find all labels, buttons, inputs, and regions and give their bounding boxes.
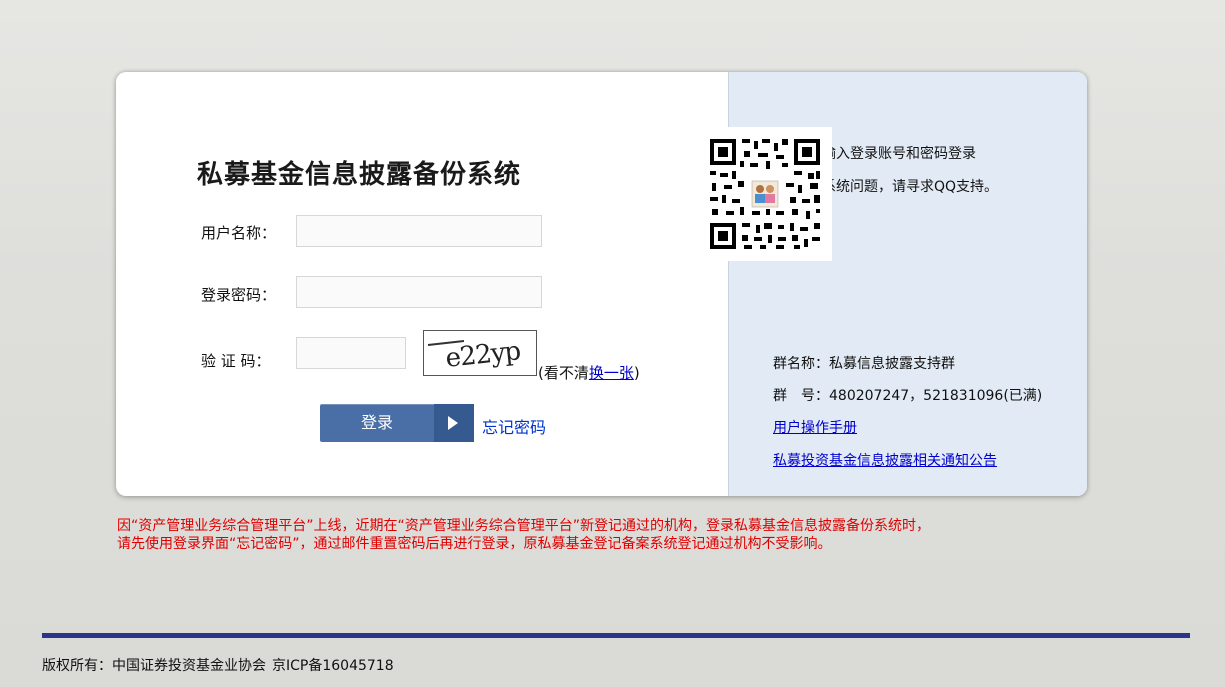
captcha-label: 验 证 码： xyxy=(201,352,271,370)
notice-message: 因“资产管理业务综合管理平台”上线，近期在“资产管理业务综合管理平台”新登记通过… xyxy=(117,517,1117,553)
qq-group-qr-code-icon xyxy=(698,127,832,261)
password-input[interactable] xyxy=(296,276,542,308)
captcha-hint-suffix: ) xyxy=(633,364,640,382)
footer-copyright: 版权所有：中国证券投资基金业协会 京ICP备16045718 xyxy=(42,655,400,675)
notice-line-2: 请先使用登录界面“忘记密码”，通过邮件重置密码后再进行登录，原私募基金登记备案系… xyxy=(117,536,832,552)
notice-line-1: 因“资产管理业务综合管理平台”上线，近期在“资产管理业务综合管理平台”新登记通过… xyxy=(117,518,931,534)
system-title: 私募基金信息披露备份系统 xyxy=(197,160,522,190)
captcha-input[interactable] xyxy=(296,337,406,369)
captcha-refresh-link[interactable]: 换一张 xyxy=(589,364,634,382)
login-panel: 私募基金信息披露备份系统 用户名称： 登录密码： 验 证 码： e22yp (看… xyxy=(116,72,1087,496)
forgot-password-link[interactable]: 忘记密码 xyxy=(482,414,546,438)
captcha-refresh-hint: (看不清换一张) xyxy=(538,362,640,383)
username-input[interactable] xyxy=(296,215,542,247)
captcha-hint-prefix: (看不清 xyxy=(538,364,589,382)
footer-divider xyxy=(42,633,1190,638)
login-button-label: 登录 xyxy=(360,413,393,432)
captcha-text: e22yp xyxy=(444,336,522,374)
group-number: 群 号：480207247，521831096(已满) xyxy=(773,388,1043,404)
group-name: 群名称：私募信息披露支持群 xyxy=(773,356,955,372)
username-label: 用户名称： xyxy=(201,224,277,242)
play-arrow-icon xyxy=(434,404,474,442)
icp-number: 京ICP备16045718 xyxy=(272,658,394,674)
captcha-image[interactable]: e22yp xyxy=(423,330,537,376)
password-label: 登录密码： xyxy=(201,286,277,304)
login-button[interactable]: 登录 xyxy=(320,404,474,442)
user-manual-link[interactable]: 用户操作手册 xyxy=(773,417,857,437)
disclosure-notice-link[interactable]: 私募投资基金信息披露相关通知公告 xyxy=(773,450,997,470)
copyright-text: 版权所有：中国证券投资基金业协会 xyxy=(42,658,266,674)
